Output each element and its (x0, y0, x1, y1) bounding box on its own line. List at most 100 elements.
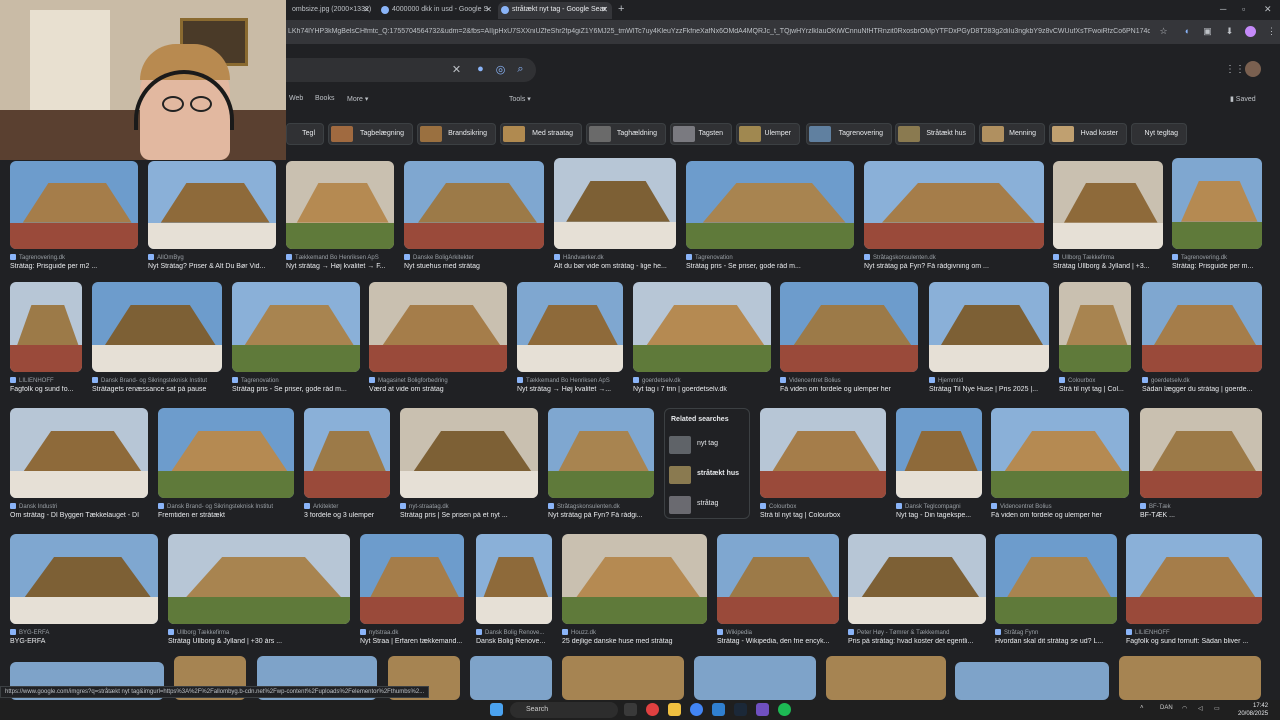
volume-icon[interactable]: ◁ (1198, 705, 1203, 712)
battery-icon[interactable]: ▭ (1214, 705, 1220, 712)
extension-icon[interactable]: ◐ (1182, 26, 1193, 37)
chip-brandsikring[interactable]: Brandsikring (417, 123, 496, 145)
image-result-thumbnail[interactable] (92, 282, 222, 372)
image-result-thumbnail[interactable] (760, 408, 886, 498)
lens-icon[interactable]: ◎ (494, 63, 507, 76)
nav-books[interactable]: Books (315, 95, 334, 102)
plus-icon[interactable]: + (618, 3, 624, 15)
app-icon[interactable] (756, 703, 769, 716)
result-source[interactable]: BF-Tæk (1140, 503, 1262, 510)
minimize-icon[interactable]: ─ (1220, 4, 1226, 14)
image-result-thumbnail[interactable] (360, 534, 464, 624)
image-result-thumbnail[interactable] (1119, 656, 1261, 700)
result-title[interactable]: BYG-ERFA (10, 638, 158, 645)
result-source[interactable]: Tagrenovation (232, 377, 360, 384)
result-source[interactable]: Dansk Teglcompagni (896, 503, 982, 510)
result-source[interactable]: Ullborg Tækkefirma (168, 629, 350, 636)
result-title[interactable]: Strå til nyt tag | Colourbox (760, 512, 886, 519)
result-title[interactable]: Fagfolk og sund fo... (10, 386, 82, 393)
image-result-thumbnail[interactable] (848, 534, 986, 624)
image-result-thumbnail[interactable] (633, 282, 771, 372)
result-title[interactable]: Få viden om fordele og ulemper her (991, 512, 1129, 519)
image-result-thumbnail[interactable] (554, 158, 676, 249)
image-result-thumbnail[interactable] (1059, 282, 1131, 372)
star-icon[interactable]: ☆ (1158, 26, 1169, 37)
url-text[interactable]: LKh74lYHP3kMgBelsCHfmtc_Q:1755704564732&… (288, 28, 1150, 35)
image-result-thumbnail[interactable] (400, 408, 538, 498)
taskbar-search[interactable]: Search (510, 702, 618, 718)
result-title[interactable]: Nyt Stråtag? Priser & Alt Du Bør Vid... (148, 263, 276, 270)
edge-icon[interactable] (712, 703, 725, 716)
nav-tools[interactable]: Tools ▾ (509, 95, 531, 103)
image-result-thumbnail[interactable] (10, 282, 82, 372)
result-source[interactable]: Dansk Brand- og Sikringsteknisk Institut (158, 503, 294, 510)
result-source[interactable]: Houzz.dk (562, 629, 707, 636)
result-source[interactable]: LILIENHOFF (10, 377, 82, 384)
result-source[interactable]: Stråtagskonsulenten.dk (548, 503, 654, 510)
image-result-thumbnail[interactable] (517, 282, 623, 372)
result-title[interactable]: Få viden om fordele og ulemper her (780, 386, 918, 393)
image-result-thumbnail[interactable] (1142, 282, 1262, 372)
result-source[interactable]: Magasinet Boligforbedring (369, 377, 507, 384)
result-source[interactable]: Videncentret Bolius (991, 503, 1129, 510)
result-title[interactable]: Nyt stråtag → Høj kvalitet →... (517, 386, 623, 393)
nav-web[interactable]: Web (289, 95, 303, 102)
image-result-thumbnail[interactable] (896, 408, 982, 498)
maximize-icon[interactable]: ▫ (1242, 4, 1245, 14)
result-source[interactable]: Colourbox (760, 503, 886, 510)
result-source[interactable]: Ullborg Tækkefirma (1053, 254, 1163, 261)
tab-image[interactable]: ombsize.jpg (2000×1332) ✕ (278, 2, 374, 19)
wifi-icon[interactable]: ◠ (1182, 705, 1187, 712)
tab-active-search[interactable]: stråtækt nyt tag - Google Sear ✕ (498, 2, 612, 19)
chip-tagsten[interactable]: Tagsten (670, 123, 732, 145)
search-icon[interactable]: ⌕ (514, 63, 527, 76)
result-title[interactable]: Værd at vide om stråtag (369, 386, 507, 393)
image-result-thumbnail[interactable] (168, 534, 350, 624)
image-result-thumbnail[interactable] (780, 282, 918, 372)
chip-straetaekt-hus[interactable]: Stråtækt hus (895, 123, 975, 145)
image-result-thumbnail[interactable] (1140, 408, 1262, 498)
result-title[interactable]: Nyt tag - Din tagekspe... (896, 512, 982, 519)
steam-icon[interactable] (734, 703, 747, 716)
result-title[interactable]: Stråtag pris | Se prisen på et nyt ... (400, 512, 538, 519)
result-source[interactable]: nytstraa.dk (360, 629, 464, 636)
image-result-thumbnail[interactable] (929, 282, 1049, 372)
chip-tagrenovering[interactable]: Tagrenovering (806, 123, 892, 145)
related-item[interactable]: stråtag (667, 494, 747, 516)
image-result-thumbnail[interactable] (232, 282, 360, 372)
result-title[interactable]: Stråtag Ullborg & Jylland | +3... (1053, 263, 1163, 270)
chip-menning[interactable]: Menning (979, 123, 1045, 145)
image-result-thumbnail[interactable] (694, 656, 816, 700)
result-title[interactable]: 3 fordele og 3 ulemper (304, 512, 390, 519)
spotify-icon[interactable] (778, 703, 791, 716)
image-result-thumbnail[interactable] (476, 534, 552, 624)
tray-chevron-icon[interactable]: ˄ (1140, 705, 1144, 711)
result-title[interactable]: Nyt stråtag på Fyn? Få rådgi... (548, 512, 654, 519)
result-source[interactable]: Videncentret Bolius (780, 377, 918, 384)
result-source[interactable]: BYG-ERFA (10, 629, 158, 636)
image-result-thumbnail[interactable] (1172, 158, 1262, 249)
image-result-thumbnail[interactable] (955, 662, 1109, 700)
image-result-thumbnail[interactable] (10, 534, 158, 624)
windows-start-icon[interactable] (490, 703, 503, 716)
image-result-thumbnail[interactable] (548, 408, 654, 498)
chip-hvad-koster[interactable]: Hvad koster (1049, 123, 1127, 145)
result-source[interactable]: Tagrenovering.dk (10, 254, 138, 261)
related-item[interactable]: nyt tag (667, 434, 747, 456)
image-result-thumbnail[interactable] (826, 656, 946, 700)
result-source[interactable]: LILIENHOFF (1126, 629, 1262, 636)
puzzle-icon[interactable]: ▣ (1202, 26, 1213, 37)
tab-currency[interactable]: 4000000 dkk in usd - Google S ✕ (378, 2, 496, 19)
image-result-thumbnail[interactable] (470, 656, 552, 700)
result-source[interactable]: goerdetselv.dk (633, 377, 771, 384)
result-title[interactable]: Stråtag - Wikipedia, den frie encyk... (717, 638, 839, 645)
result-title[interactable]: Fremtiden er stråtækt (158, 512, 294, 519)
chip-tegl[interactable]: Tegl (286, 123, 324, 145)
task-view-icon[interactable] (624, 703, 637, 716)
result-title[interactable]: Stråtag Ullborg & Jylland | +30 års ... (168, 638, 350, 645)
result-source[interactable]: Tækkemand Bo Henriksen ApS (517, 377, 623, 384)
result-source[interactable]: Peter Høy - Tømrer & Tækkemand (848, 629, 986, 636)
result-source[interactable]: Dansk Industri (10, 503, 148, 510)
menu-icon[interactable]: ⋮ (1266, 26, 1277, 37)
language-indicator[interactable]: DAN (1160, 705, 1173, 711)
